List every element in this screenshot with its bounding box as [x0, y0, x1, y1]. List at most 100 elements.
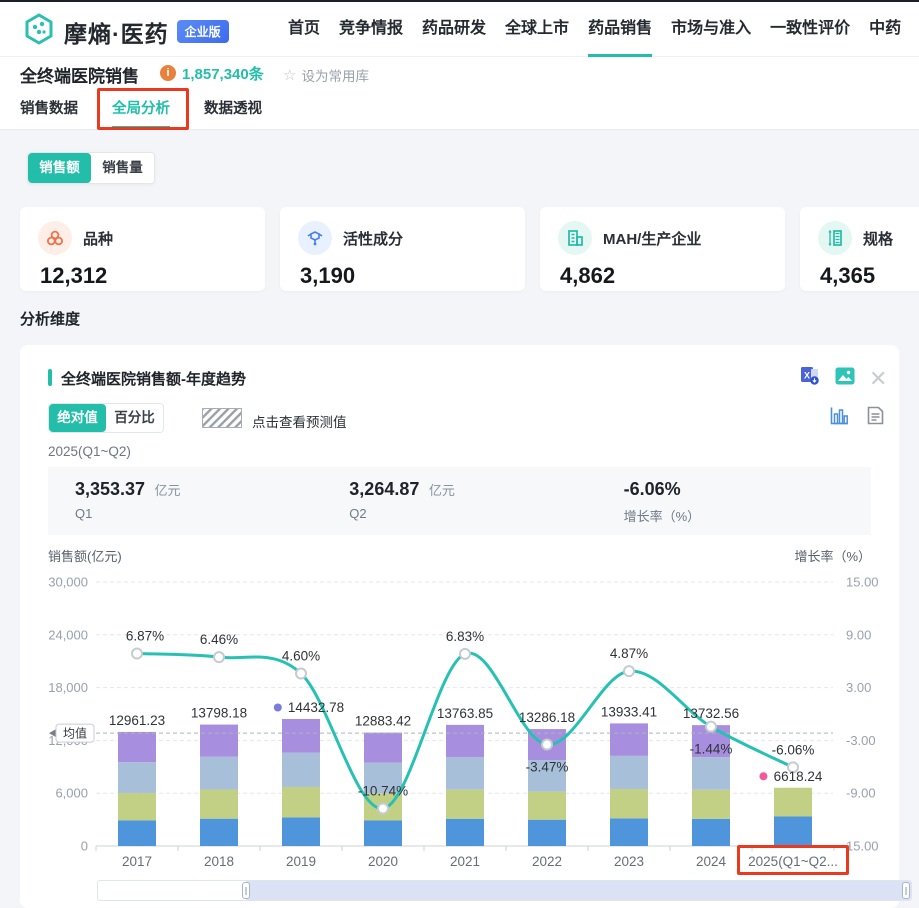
bar-segment-Q1[interactable] — [446, 818, 484, 846]
x-axis-category-label[interactable]: 2022 — [532, 854, 562, 869]
bar-total-label: 6618.24 — [774, 769, 823, 784]
growth-line-marker[interactable] — [295, 667, 307, 680]
bar-chart-icon[interactable] — [830, 406, 849, 430]
bar-segment-Q3[interactable] — [118, 762, 156, 793]
bar-segment-Q4[interactable] — [282, 718, 320, 753]
bar-segment-Q1[interactable] — [610, 818, 648, 846]
card-variety[interactable]: 品种 12,312 — [20, 207, 265, 291]
bar-segment-Q2[interactable] — [774, 787, 812, 817]
bar-segment-Q1[interactable] — [692, 818, 730, 846]
bar-total-label: 12883.42 — [355, 714, 411, 729]
x-axis-category-label[interactable]: 2024 — [696, 854, 727, 869]
bar-segment-Q2[interactable] — [692, 789, 730, 819]
bar-segment-Q2[interactable] — [528, 791, 566, 820]
bar-segment-Q1[interactable] — [118, 820, 156, 846]
bar-segment-Q4[interactable] — [446, 724, 484, 757]
bar-total-label: 12961.23 — [109, 713, 165, 728]
datazoom-selected-range[interactable] — [246, 881, 911, 900]
stat-q2: 3,264.87 亿元 Q2 — [322, 467, 596, 535]
x-axis-category-label[interactable]: 2017 — [122, 854, 152, 869]
chart-datazoom-scrollbar[interactable] — [97, 880, 912, 901]
x-axis-category-label[interactable]: 2023 — [614, 854, 644, 869]
info-icon[interactable]: i — [160, 65, 176, 81]
molecule-icon — [298, 221, 332, 255]
bar-segment-Q3[interactable] — [200, 756, 238, 790]
x-axis-category-label[interactable]: 2020 — [368, 854, 398, 869]
growth-rate-label: -3.47% — [526, 760, 569, 775]
growth-line-marker[interactable] — [131, 647, 143, 660]
brand-logo[interactable]: 摩熵·医药 企业版 — [22, 12, 229, 51]
datazoom-right-handle[interactable] — [902, 882, 910, 899]
stat-unit: 亿元 — [428, 483, 455, 498]
toggle-sales-volume[interactable]: 销售量 — [91, 153, 154, 183]
bar-segment-Q2[interactable] — [610, 788, 648, 819]
extreme-value-dot — [759, 772, 768, 781]
toggle-absolute[interactable]: 绝对值 — [49, 404, 106, 432]
tab-data-pivot[interactable]: 数据透视 — [204, 90, 262, 129]
nav-item-home[interactable]: 首页 — [288, 2, 320, 57]
image-export-icon[interactable] — [835, 367, 855, 390]
bar-segment-Q2[interactable] — [118, 792, 156, 821]
report-icon[interactable] — [867, 406, 884, 430]
bar-segment-Q2[interactable] — [200, 789, 238, 819]
bar-segment-Q1[interactable] — [200, 818, 238, 846]
tab-sales-data[interactable]: 销售数据 — [20, 90, 78, 129]
toggle-percentage[interactable]: 百分比 — [106, 404, 163, 432]
bar-segment-Q3[interactable] — [692, 757, 730, 790]
card-mah-manufacturer[interactable]: MAH/生产企业 4,862 — [540, 207, 785, 291]
bar-total-label: 13933.41 — [601, 704, 657, 719]
forecast-hatch-swatch[interactable] — [202, 408, 242, 433]
bar-total-label: 14432.78 — [288, 700, 344, 715]
nav-item-global-launch[interactable]: 全球上市 — [505, 2, 569, 57]
nav-item-tcm[interactable]: 中药 — [869, 2, 901, 57]
set-favorite-button[interactable]: ☆ 设为常用库 — [283, 65, 369, 85]
right-axis-tick-label: 3.00 — [846, 680, 871, 695]
card-value: 3,190 — [300, 263, 356, 288]
card-active-ingredient[interactable]: 活性成分 3,190 — [280, 207, 525, 291]
card-specification[interactable]: 规格 4,365 — [800, 207, 919, 291]
growth-rate-label: 6.87% — [126, 629, 164, 644]
bar-segment-Q2[interactable] — [282, 786, 320, 818]
stat-q1: 3,353.37 亿元 Q1 — [48, 467, 322, 535]
bar-segment-Q1[interactable] — [774, 816, 812, 846]
bar-segment-Q3[interactable] — [610, 755, 648, 789]
stat-unit: 亿元 — [154, 483, 181, 498]
panel-actions: X ✕ — [800, 366, 887, 391]
bar-segment-Q4[interactable] — [610, 723, 648, 756]
bar-segment-Q4[interactable] — [118, 731, 156, 763]
toggle-sales-amount[interactable]: 销售额 — [28, 153, 91, 183]
nav-item-drug-rnd[interactable]: 药品研发 — [422, 2, 486, 57]
growth-line-marker[interactable] — [213, 651, 225, 664]
stat-label: Q1 — [75, 506, 93, 521]
datazoom-left-handle[interactable] — [242, 882, 250, 899]
bar-segment-Q2[interactable] — [446, 789, 484, 819]
bar-segment-Q4[interactable] — [200, 724, 238, 757]
bar-segment-Q3[interactable] — [282, 752, 320, 787]
x-axis-category-label[interactable]: 2021 — [450, 854, 480, 869]
bar-total-label: 13798.18 — [191, 706, 247, 721]
bar-segment-Q3[interactable] — [446, 756, 484, 790]
x-axis-category-label[interactable]: 2019 — [286, 854, 316, 869]
bar-segment-Q4[interactable] — [364, 732, 402, 763]
growth-line-marker[interactable] — [377, 802, 389, 815]
growth-line-marker[interactable] — [623, 665, 635, 678]
panel-title-accent — [48, 369, 52, 386]
nav-item-drug-sales[interactable]: 药品销售 — [588, 2, 652, 57]
nav-item-consistency-eval[interactable]: 一致性评价 — [770, 2, 850, 57]
growth-line-marker[interactable] — [705, 720, 717, 733]
app-page: 摩熵·医药 企业版 首页 竞争情报 药品研发 全球上市 药品销售 市场与准入 一… — [0, 0, 919, 908]
bar-segment-Q1[interactable] — [282, 817, 320, 846]
main-nav: 首页 竞争情报 药品研发 全球上市 药品销售 市场与准入 一致性评价 中药 — [288, 2, 901, 57]
x-axis-category-label[interactable]: 2018 — [204, 854, 234, 869]
bar-segment-Q1[interactable] — [364, 820, 402, 846]
excel-export-icon[interactable]: X — [800, 366, 821, 391]
close-icon[interactable]: ✕ — [869, 367, 887, 389]
nav-item-market-access[interactable]: 市场与准入 — [671, 2, 751, 57]
growth-line-marker[interactable] — [459, 647, 471, 660]
growth-line-marker[interactable] — [541, 738, 553, 751]
bar-segment-Q1[interactable] — [528, 819, 566, 846]
nav-item-competitive-intel[interactable]: 竞争情报 — [339, 2, 403, 57]
right-axis-tick-label: 9.00 — [846, 627, 871, 642]
annotation-box-2025-label — [737, 845, 849, 875]
growth-rate-label: 6.46% — [200, 632, 238, 647]
